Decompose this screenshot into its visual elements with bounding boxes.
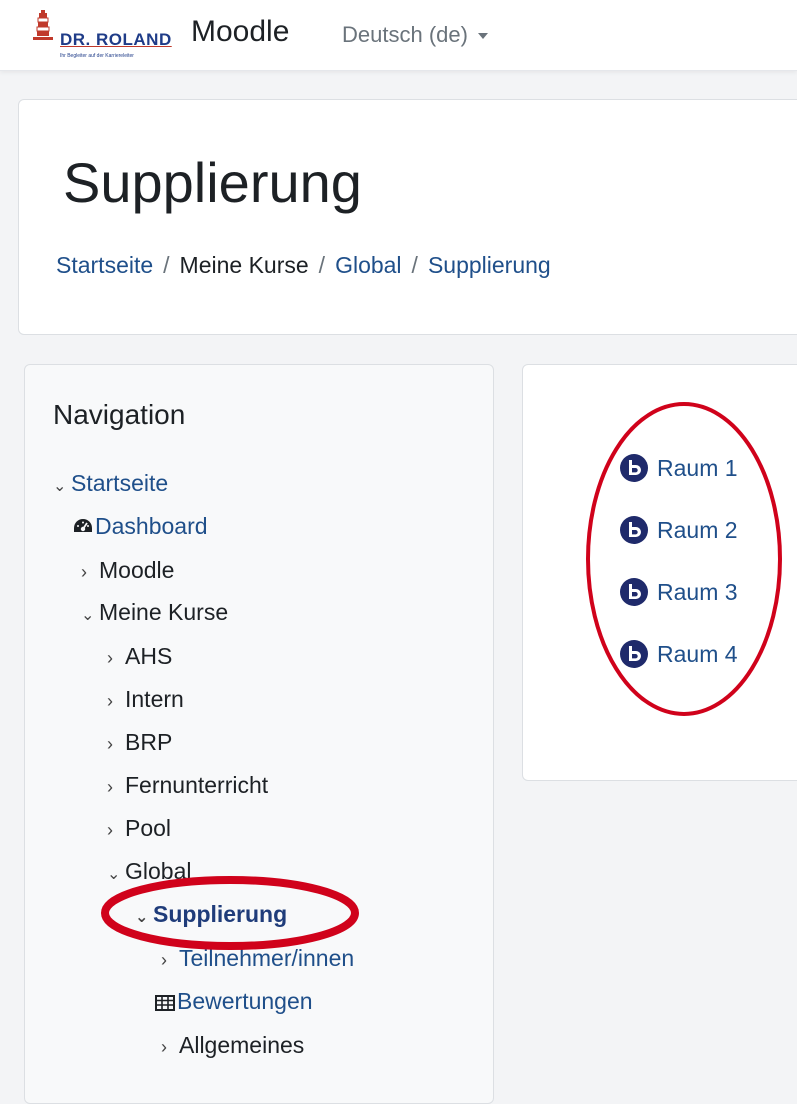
nav-item-label: Global xyxy=(125,858,192,884)
nav-item-ahs[interactable]: › AHS xyxy=(107,643,172,670)
nav-item-label: Teilnehmer/innen xyxy=(179,945,355,971)
site-name[interactable]: Moodle xyxy=(191,15,289,49)
nav-item-label: AHS xyxy=(125,643,173,669)
activity-raum-2[interactable]: Raum 2 xyxy=(619,515,738,545)
chevron-down-icon: ⌄ xyxy=(81,607,95,624)
nav-item-fernunterricht[interactable]: › Fernunterricht xyxy=(107,772,268,799)
nav-item-label: Pool xyxy=(125,815,172,841)
nav-item-supplierung[interactable]: ⌄ Supplierung xyxy=(135,901,287,928)
lighthouse-icon xyxy=(33,10,53,40)
breadcrumb-meine-kurse: Meine Kurse xyxy=(179,252,309,278)
site-logo[interactable]: DR. ROLAND Ihr Begleiter auf der Karrier… xyxy=(30,10,180,60)
activity-label: Raum 2 xyxy=(657,517,738,543)
page-header: Supplierung Startseite / Meine Kurse / Globa… xyxy=(18,99,797,335)
chevron-right-icon: › xyxy=(107,820,113,840)
nav-item-pool[interactable]: › Pool xyxy=(107,815,171,842)
bigbluebutton-icon xyxy=(620,578,648,606)
brand-name: DR. ROLAND xyxy=(60,30,172,49)
chevron-right-icon: › xyxy=(107,648,113,668)
navigation-block: Navigation ⌄ Startseite Dashboard › Moodle… xyxy=(24,364,494,1104)
dashboard-icon xyxy=(73,515,95,542)
breadcrumb-global[interactable]: Global xyxy=(335,252,401,278)
nav-item-intern[interactable]: › Intern xyxy=(107,686,184,713)
page-title: Supplierung xyxy=(63,151,362,214)
chevron-right-icon: › xyxy=(81,562,87,582)
nav-item-label: Supplierung xyxy=(153,901,288,927)
brand-tagline: Ihr Begleiter auf der Karriereleiter xyxy=(60,53,134,59)
course-content: Raum 1 Raum 2 Raum 3 Raum 4 xyxy=(522,364,797,781)
bigbluebutton-icon xyxy=(620,516,648,544)
chevron-right-icon: › xyxy=(107,691,113,711)
language-menu[interactable]: Deutsch (de) xyxy=(342,22,488,48)
activity-raum-3[interactable]: Raum 3 xyxy=(619,577,738,607)
breadcrumb-separator: / xyxy=(163,252,170,278)
nav-item-label: Bewertungen xyxy=(177,988,313,1014)
chevron-right-icon: › xyxy=(107,777,113,797)
chevron-down-icon: ⌄ xyxy=(53,478,67,495)
nav-item-startseite[interactable]: ⌄ Startseite xyxy=(53,470,168,497)
nav-item-allgemeines[interactable]: › Allgemeines xyxy=(161,1032,304,1059)
chevron-right-icon: › xyxy=(161,1037,167,1057)
nav-item-label: Fernunterricht xyxy=(125,772,269,798)
nav-item-label: Startseite xyxy=(71,470,169,496)
nav-item-moodle[interactable]: › Moodle xyxy=(81,557,174,584)
nav-item-label: Moodle xyxy=(99,557,175,583)
breadcrumb-supplierung[interactable]: Supplierung xyxy=(428,252,551,278)
breadcrumb-separator: / xyxy=(411,252,418,278)
activity-label: Raum 4 xyxy=(657,641,738,667)
activity-raum-4[interactable]: Raum 4 xyxy=(619,639,738,669)
nav-item-label: Dashboard xyxy=(95,513,208,539)
chevron-right-icon: › xyxy=(161,950,167,970)
navigation-title: Navigation xyxy=(53,399,186,430)
chevron-right-icon: › xyxy=(107,734,113,754)
nav-item-label: BRP xyxy=(125,729,173,755)
nav-item-label: Allgemeines xyxy=(179,1032,305,1058)
nav-item-label: Intern xyxy=(125,686,184,712)
language-label: Deutsch (de) xyxy=(342,22,468,47)
chevron-down-icon: ⌄ xyxy=(135,909,149,926)
caret-down-icon xyxy=(477,33,488,40)
bigbluebutton-icon xyxy=(620,454,648,482)
nav-item-teilnehmer[interactable]: › Teilnehmer/innen xyxy=(161,945,354,972)
nav-item-brp[interactable]: › BRP xyxy=(107,729,172,756)
nav-item-meine-kurse[interactable]: ⌄ Meine Kurse xyxy=(81,599,228,626)
activity-label: Raum 3 xyxy=(657,579,738,605)
breadcrumb-startseite[interactable]: Startseite xyxy=(56,252,153,278)
nav-item-label: Meine Kurse xyxy=(99,599,229,625)
chevron-down-icon: ⌄ xyxy=(107,866,121,883)
nav-item-dashboard[interactable]: Dashboard xyxy=(73,513,208,542)
bigbluebutton-icon xyxy=(620,640,648,668)
table-icon xyxy=(155,990,177,1017)
nav-item-global[interactable]: ⌄ Global xyxy=(107,858,191,885)
breadcrumb-separator: / xyxy=(318,252,326,278)
nav-item-bewertungen[interactable]: Bewertungen xyxy=(155,988,313,1017)
top-navbar: DR. ROLAND Ihr Begleiter auf der Karrier… xyxy=(0,0,797,71)
breadcrumb: Startseite / Meine Kurse / Global / Supplierun… xyxy=(56,252,551,279)
activity-raum-1[interactable]: Raum 1 xyxy=(619,453,738,483)
activity-label: Raum 1 xyxy=(657,455,738,481)
